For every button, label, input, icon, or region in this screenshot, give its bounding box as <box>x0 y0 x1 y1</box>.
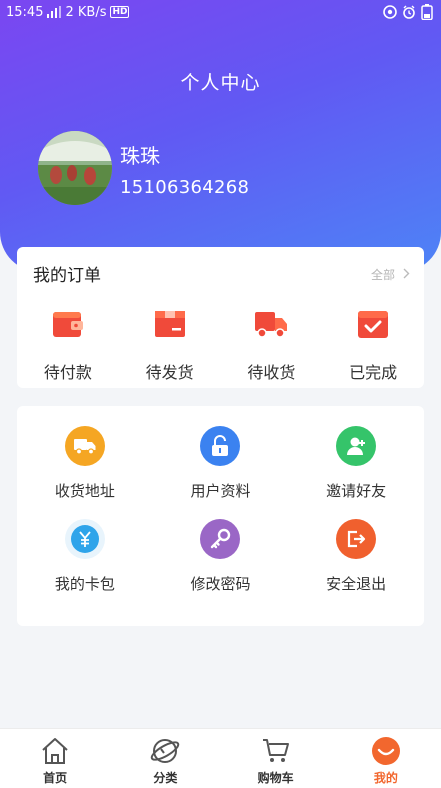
logout-icon <box>336 519 377 559</box>
tab-label: 首页 <box>43 771 68 785</box>
page-title: 个人中心 <box>180 72 261 94</box>
bottom-tab-bar: 首页 分类 购物车 我的 <box>0 728 441 788</box>
order-pending-payment[interactable]: 待付款 <box>17 307 119 383</box>
check-box-icon <box>356 307 390 341</box>
key-icon <box>200 519 241 559</box>
browser-icon <box>383 5 397 19</box>
service-invite-friends[interactable]: 邀请好友 <box>288 426 424 501</box>
order-label: 已完成 <box>349 363 398 382</box>
service-label: 邀请好友 <box>326 482 387 500</box>
cart-icon <box>260 735 292 767</box>
user-name: 珠珠 <box>120 144 160 168</box>
home-icon <box>39 735 71 767</box>
alarm-icon <box>402 5 416 19</box>
lock-icon <box>200 426 241 466</box>
services-card: 收货地址 用户资料 邀请好友 我的卡包 修改密码 安全退出 <box>17 406 424 626</box>
orders-card: 我的订单 全部 待付款 待发货 待收货 已完成 <box>17 247 424 388</box>
order-awaiting-receipt[interactable]: 待收货 <box>221 307 323 383</box>
service-user-profile[interactable]: 用户资料 <box>153 426 289 501</box>
status-time: 15:45 <box>6 4 44 20</box>
tab-label: 我的 <box>373 771 398 785</box>
service-label: 收货地址 <box>54 482 115 500</box>
add-user-icon <box>336 426 377 466</box>
service-my-wallet[interactable]: 我的卡包 <box>17 519 153 594</box>
chevron-right-icon <box>403 268 410 282</box>
order-label: 待发货 <box>145 363 194 382</box>
signal-icon <box>47 6 62 18</box>
service-change-password[interactable]: 修改密码 <box>153 519 289 594</box>
tab-home[interactable]: 首页 <box>0 729 110 788</box>
wallet-icon <box>51 307 85 341</box>
order-awaiting-shipment[interactable]: 待发货 <box>119 307 221 383</box>
tab-profile[interactable]: 我的 <box>331 729 441 788</box>
avatar[interactable] <box>38 131 112 205</box>
orders-title: 我的订单 <box>33 266 101 286</box>
hd-badge: HD <box>110 6 130 18</box>
network-speed: 2 KB/s <box>65 4 107 20</box>
order-label: 待付款 <box>43 363 92 382</box>
status-bar: 15:45 2 KB/s HD <box>0 0 441 24</box>
yen-card-icon <box>64 519 105 559</box>
service-label: 安全退出 <box>326 575 387 593</box>
box-icon <box>153 307 187 341</box>
user-phone: 15106364268 <box>120 177 250 198</box>
order-label: 待收货 <box>247 363 296 382</box>
service-label: 修改密码 <box>190 575 251 593</box>
service-label: 用户资料 <box>190 482 251 500</box>
tab-category[interactable]: 分类 <box>110 729 220 788</box>
service-shipping-address[interactable]: 收货地址 <box>17 426 153 501</box>
tab-label: 分类 <box>153 771 178 785</box>
service-label: 我的卡包 <box>54 575 115 593</box>
tab-cart[interactable]: 购物车 <box>221 729 331 788</box>
category-icon <box>149 735 181 767</box>
profile-icon <box>370 735 402 767</box>
truck-icon <box>254 307 288 341</box>
truck-icon <box>64 426 105 466</box>
all-orders-label: 全部 <box>370 268 395 282</box>
tab-label: 购物车 <box>257 771 294 785</box>
service-logout[interactable]: 安全退出 <box>288 519 424 594</box>
all-orders-link[interactable]: 全部 <box>371 266 410 283</box>
battery-icon <box>421 4 433 20</box>
order-completed[interactable]: 已完成 <box>322 307 424 383</box>
